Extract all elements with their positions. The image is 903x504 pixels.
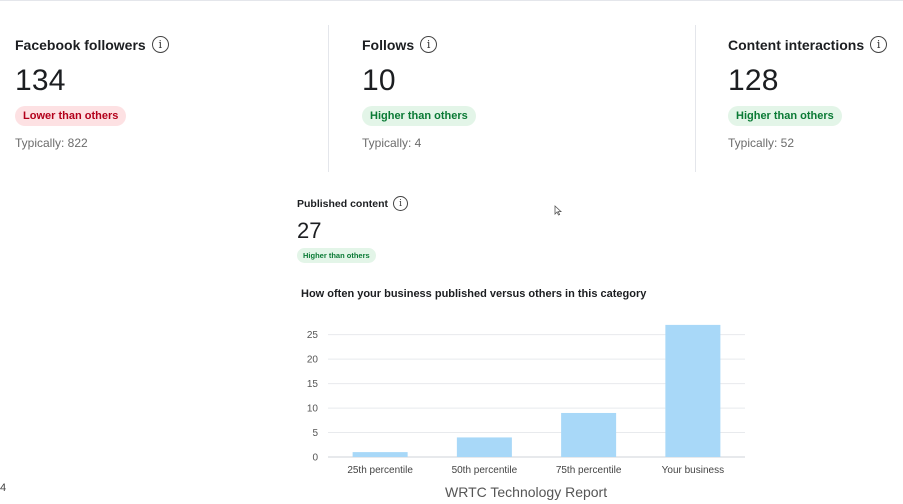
metric-value: 10 xyxy=(362,64,396,97)
bar-50th-percentile xyxy=(456,437,512,457)
y-tick-label: 5 xyxy=(312,428,318,439)
metric-published-content: Published content i 27 Higher than other… xyxy=(297,196,409,263)
metric-facebook-followers: Facebook followers i 134 Lower than othe… xyxy=(15,36,169,150)
status-badge: Higher than others xyxy=(297,248,376,263)
bar-75th-percentile xyxy=(561,412,617,457)
metric-value: 27 xyxy=(297,218,322,243)
status-badge: Higher than others xyxy=(362,106,476,126)
x-tick-label: 75th percentile xyxy=(556,465,622,476)
column-divider xyxy=(695,25,696,172)
typical-value: Typically: 52 xyxy=(728,136,795,150)
footer-caption: WRTC Technology Report xyxy=(445,484,608,500)
metric-label: Facebook followers xyxy=(15,36,146,53)
y-tick-label: 0 xyxy=(312,453,318,464)
bar-your-business xyxy=(665,324,721,457)
x-tick-label: 25th percentile xyxy=(347,465,413,476)
typical-value: Typically: 822 xyxy=(15,136,88,150)
status-badge: Higher than others xyxy=(728,106,842,126)
chart-title: How often your business published versus… xyxy=(301,288,647,300)
y-tick-label: 10 xyxy=(307,404,319,415)
bar-25th-percentile xyxy=(352,452,408,457)
x-tick-label: Your business xyxy=(662,465,724,476)
metric-label: Content interactions xyxy=(728,36,865,53)
metric-content-interactions: Content interactions i 128 Higher than o… xyxy=(728,36,888,150)
y-tick-label: 20 xyxy=(307,355,319,366)
info-icon[interactable]: i xyxy=(420,36,438,53)
published-content-bar-chart: 0 5 10 15 20 25 25th percentile 50th percentile… xyxy=(307,324,745,476)
metric-value: 128 xyxy=(728,64,779,97)
top-divider xyxy=(0,0,903,1)
info-icon[interactable]: i xyxy=(151,36,169,53)
column-divider xyxy=(328,25,329,172)
info-icon[interactable]: i xyxy=(393,196,409,211)
metric-label: Published content xyxy=(297,197,389,210)
y-tick-label: 25 xyxy=(307,330,319,341)
metric-value: 134 xyxy=(15,64,66,97)
y-tick-label: 15 xyxy=(307,379,319,390)
metric-follows: Follows i 10 Higher than others Typicall… xyxy=(362,36,476,150)
mouse-cursor-icon xyxy=(554,205,562,216)
info-icon[interactable]: i xyxy=(870,36,888,53)
typical-value: Typically: 4 xyxy=(362,136,422,150)
metric-label: Follows xyxy=(362,36,415,53)
x-tick-label: 50th percentile xyxy=(452,465,518,476)
status-badge: Lower than others xyxy=(15,106,127,126)
stray-text: 4 xyxy=(0,482,7,494)
